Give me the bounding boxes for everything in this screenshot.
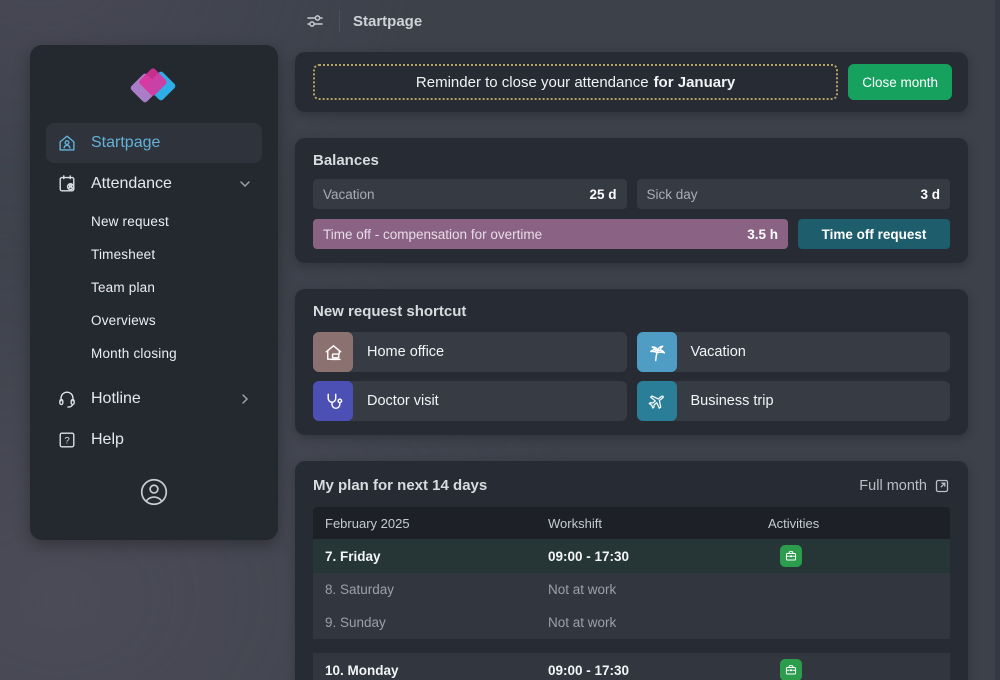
sidebar-item-new-request[interactable]: New request: [42, 205, 266, 238]
plan-card: My plan for next 14 days Full month Febr…: [295, 461, 968, 680]
shortcut-vacation[interactable]: Vacation: [637, 332, 951, 372]
close-month-button[interactable]: Close month: [848, 64, 952, 100]
external-link-icon: [934, 478, 950, 494]
sidebar-item-label: Attendance: [91, 175, 172, 193]
balances-title: Balances: [313, 152, 950, 169]
activity-cell: [768, 659, 950, 680]
house-laptop-icon: [313, 332, 353, 372]
balance-value: 3 d: [920, 187, 940, 202]
balances-row-2: Time off - compensation for overtime 3.5…: [313, 219, 950, 249]
full-month-link[interactable]: Full month: [859, 478, 950, 494]
header-activities: Activities: [768, 516, 950, 531]
shortcut-home-office[interactable]: Home office: [313, 332, 627, 372]
plan-header: My plan for next 14 days Full month: [313, 477, 950, 494]
shortcut-label: Home office: [367, 344, 444, 360]
balances-row-1: Vacation 25 d Sick day 3 d: [313, 179, 950, 209]
sidebar: Startpage Attendance New request Timeshe…: [30, 45, 278, 540]
shortcut-label: Doctor visit: [367, 393, 439, 409]
table-row[interactable]: 7. Friday 09:00 - 17:30: [313, 539, 950, 573]
day-cell: 10. Monday: [313, 663, 548, 678]
balance-time-off: Time off - compensation for overtime 3.5…: [313, 219, 788, 249]
shift-cell: Not at work: [548, 615, 768, 630]
full-month-label: Full month: [859, 478, 927, 494]
shortcuts-card: New request shortcut Home office: [295, 289, 968, 435]
petal-logo-icon: [124, 60, 184, 116]
topbar-divider: [339, 10, 340, 32]
balance-value: 25 d: [589, 187, 616, 202]
sidebar-item-label: Startpage: [91, 134, 160, 152]
sidebar-item-help[interactable]: ? Help: [46, 420, 262, 460]
chevron-right-icon: [238, 392, 252, 406]
briefcase-icon: [784, 549, 798, 563]
header-workshift: Workshift: [548, 516, 768, 531]
activity-badge[interactable]: [780, 545, 802, 567]
chevron-down-icon: [238, 177, 252, 191]
activity-cell: [768, 545, 950, 567]
reminder-banner: Reminder to close your attendance for Ja…: [313, 64, 838, 100]
shortcut-business-trip[interactable]: Business trip: [637, 381, 951, 421]
sidebar-item-label: Hotline: [91, 390, 141, 408]
airplane-icon: [637, 381, 677, 421]
palm-tree-icon: [637, 332, 677, 372]
plan-table: February 2025 Workshift Activities 7. Fr…: [313, 507, 950, 680]
day-cell: 7. Friday: [313, 549, 548, 564]
reminder-card: Reminder to close your attendance for Ja…: [295, 52, 968, 112]
shift-cell: 09:00 - 17:30: [548, 549, 768, 564]
activity-badge[interactable]: [780, 659, 802, 680]
table-row[interactable]: 9. Sunday Not at work: [313, 606, 950, 639]
headset-icon: [56, 388, 78, 410]
balance-label: Time off - compensation for overtime: [323, 227, 542, 242]
sidebar-item-label: Help: [91, 431, 124, 449]
sidebar-item-startpage[interactable]: Startpage: [46, 123, 262, 163]
sidebar-item-attendance[interactable]: Attendance: [46, 164, 262, 204]
shortcut-grid: Home office Vacation: [313, 332, 950, 421]
shortcut-doctor-visit[interactable]: Doctor visit: [313, 381, 627, 421]
balance-label: Vacation: [323, 187, 375, 202]
sidebar-item-overviews[interactable]: Overviews: [42, 304, 266, 337]
spacer: [42, 370, 266, 378]
briefcase-icon: [784, 663, 798, 677]
shift-cell: 09:00 - 17:30: [548, 663, 768, 678]
balance-label: Sick day: [647, 187, 698, 202]
calendar-person-icon: [56, 173, 78, 195]
day-cell: 9. Sunday: [313, 615, 548, 630]
shortcuts-title: New request shortcut: [313, 303, 950, 320]
balance-value: 3.5 h: [747, 227, 778, 242]
sidebar-item-team-plan[interactable]: Team plan: [42, 271, 266, 304]
table-row[interactable]: 10. Monday 09:00 - 17:30: [313, 653, 950, 680]
header-month: February 2025: [313, 516, 548, 531]
shift-cell: Not at work: [548, 582, 768, 597]
sidebar-item-timesheet[interactable]: Timesheet: [42, 238, 266, 271]
sidebar-item-hotline[interactable]: Hotline: [46, 379, 262, 419]
stethoscope-icon: [313, 381, 353, 421]
shortcut-label: Vacation: [691, 344, 746, 360]
table-row[interactable]: 8. Saturday Not at work: [313, 573, 950, 606]
app-logo: [124, 60, 184, 114]
shortcut-label: Business trip: [691, 393, 774, 409]
reminder-text: Reminder to close your attendance: [416, 74, 649, 91]
attendance-submenu: New request Timesheet Team plan Overview…: [42, 205, 266, 370]
options-icon[interactable]: [305, 11, 325, 31]
topbar: Startpage: [295, 0, 968, 42]
week-separator: [313, 639, 950, 653]
question-box-icon: ?: [56, 429, 78, 451]
sidebar-item-month-closing[interactable]: Month closing: [42, 337, 266, 370]
user-avatar[interactable]: [138, 476, 170, 508]
balance-vacation: Vacation 25 d: [313, 179, 627, 209]
user-avatar-icon: [138, 476, 170, 508]
page-title: Startpage: [353, 13, 422, 30]
reminder-text-emphasis: for January: [654, 74, 736, 91]
home-person-icon: [56, 132, 78, 154]
balances-card: Balances Vacation 25 d Sick day 3 d Time…: [295, 138, 968, 263]
plan-title: My plan for next 14 days: [313, 477, 487, 494]
balance-sick-day: Sick day 3 d: [637, 179, 951, 209]
svg-text:?: ?: [64, 435, 69, 446]
time-off-request-button[interactable]: Time off request: [798, 219, 950, 249]
page-scrollbar[interactable]: [995, 0, 1000, 680]
day-cell: 8. Saturday: [313, 582, 548, 597]
plan-table-header: February 2025 Workshift Activities: [313, 507, 950, 539]
main-content: Startpage Reminder to close your attenda…: [295, 0, 968, 680]
